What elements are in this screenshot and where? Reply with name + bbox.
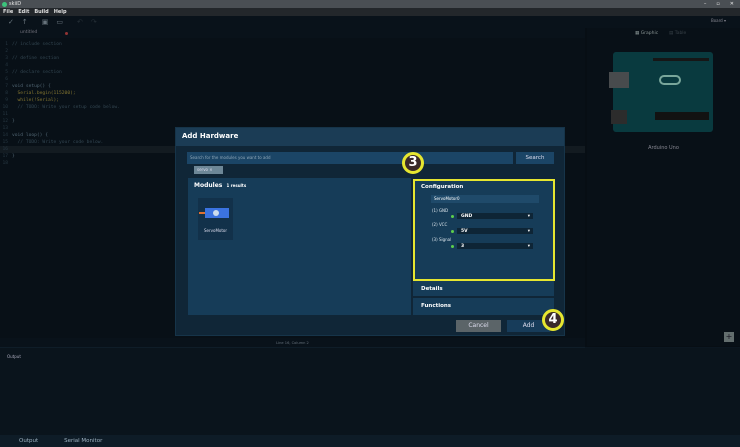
servo-motor-icon: [199, 208, 229, 218]
output-label: Output: [7, 354, 21, 359]
step-3-annotation: 3: [402, 152, 424, 174]
configuration-title: Configuration: [421, 184, 464, 190]
pin-status-dot: [451, 245, 454, 248]
step-4-annotation: 4: [542, 309, 564, 331]
remove-tag-icon[interactable]: ×: [209, 167, 212, 172]
pin-status-dot: [451, 230, 454, 233]
cancel-button[interactable]: Cancel: [456, 320, 501, 332]
menu-build[interactable]: Build: [34, 9, 48, 15]
functions-section[interactable]: Functions: [413, 298, 554, 315]
menu-edit[interactable]: Edit: [18, 9, 29, 15]
pin-select-gnd[interactable]: GND ▾: [457, 213, 533, 219]
pin-select-signal[interactable]: 3 ▾: [457, 243, 533, 249]
tab-serial-monitor[interactable]: Serial Monitor: [64, 438, 102, 444]
module-card-servomotor[interactable]: ServoMotor: [198, 198, 233, 240]
dialog-title: Add Hardware: [176, 128, 564, 146]
output-panel: Output: [0, 348, 740, 435]
results-count: 1 results: [226, 183, 247, 188]
title-bar: skiiD – ▫ ✕: [0, 0, 740, 8]
add-hardware-dialog: Add Hardware Search for the modules you …: [175, 127, 565, 336]
filter-tag[interactable]: servo ×: [194, 166, 223, 174]
pin-label-signal: (3) Signal: [432, 237, 452, 242]
menu-file[interactable]: File: [3, 9, 13, 15]
instance-name-input[interactable]: ServoMotor0: [431, 195, 539, 203]
module-name: ServoMotor: [203, 228, 228, 233]
app-logo-icon: [2, 1, 7, 7]
pin-label-gnd: (1) GND: [432, 208, 449, 213]
close-icon[interactable]: ✕: [730, 1, 734, 7]
bottom-tabs: Output Serial Monitor: [0, 435, 740, 447]
details-section[interactable]: Details: [413, 281, 554, 297]
app-title: skiiD: [9, 1, 22, 7]
tab-output[interactable]: Output: [19, 438, 38, 444]
modules-title: Modules: [194, 182, 223, 189]
configuration-panel: Configuration ServoMotor0 (1) GND GND ▾ (…: [413, 179, 555, 281]
pin-select-vcc[interactable]: 5V ▾: [457, 228, 533, 234]
pin-label-vcc: (2) VCC: [432, 222, 448, 227]
menu-bar: File Edit Build Help: [0, 8, 740, 16]
minimize-icon[interactable]: –: [704, 1, 707, 7]
maximize-icon[interactable]: ▫: [716, 1, 719, 7]
menu-help[interactable]: Help: [54, 9, 67, 15]
modules-panel: Modules 1 results ServoMotor: [188, 178, 411, 315]
search-input[interactable]: Search for the modules you want to add: [187, 152, 513, 164]
search-button[interactable]: Search: [516, 152, 554, 164]
pin-status-dot: [451, 215, 454, 218]
